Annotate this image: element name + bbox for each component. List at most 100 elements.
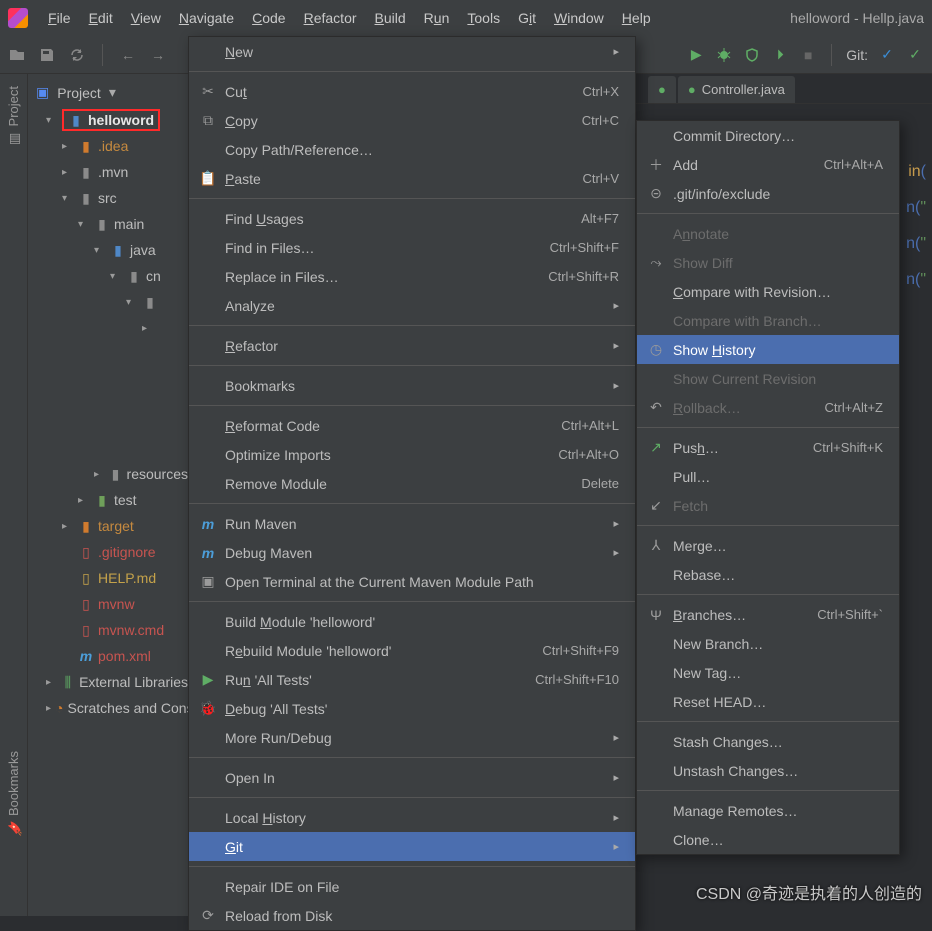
open-icon[interactable] [8,46,26,64]
gm-add[interactable]: ＋AddCtrl+Alt+A [637,150,899,179]
chevron-right-icon[interactable]: ▸ [46,677,57,688]
cm-buildmod[interactable]: Build Module 'helloword' [189,607,635,636]
chevron-down-icon[interactable]: ▾ [62,193,74,204]
cm-openin[interactable]: Open In▸ [189,763,635,792]
cm-cut[interactable]: ✂CutCtrl+X [189,77,635,106]
tree-mvn[interactable]: ▸▮.mvn [32,159,188,185]
menu-tools[interactable]: Tools [459,6,508,30]
tree-mvnwcmd[interactable]: ▯mvnw.cmd [32,617,188,643]
tree-mvnw[interactable]: ▯mvnw [32,591,188,617]
project-tool-tab[interactable]: ▤ Project [6,86,21,146]
menu-navigate[interactable]: Navigate [171,6,242,30]
tree-java[interactable]: ▾▮java [32,237,188,263]
profile-icon[interactable]: ⏵ [771,46,789,64]
sync-icon[interactable] [68,46,86,64]
cm-runall[interactable]: ▶Run 'All Tests'Ctrl+Shift+F10 [189,665,635,694]
tree-pom[interactable]: mpom.xml [32,643,188,669]
cm-analyze[interactable]: Analyze▸ [189,291,635,320]
tree-helpmd[interactable]: ▯HELP.md [32,565,188,591]
gm-pull[interactable]: Pull… [637,462,899,491]
menu-build[interactable]: Build [367,6,414,30]
editor-tab-2[interactable]: ●Controller.java [678,76,795,103]
tree-gitignore[interactable]: ▯.gitignore [32,539,188,565]
chevron-right-icon[interactable]: ▸ [62,521,74,532]
cm-morerun[interactable]: More Run/Debug▸ [189,723,635,752]
cm-new[interactable]: New▸ [189,37,635,66]
gm-rebase[interactable]: Rebase… [637,560,899,589]
menu-window[interactable]: Window [546,6,612,30]
gm-unstash[interactable]: Unstash Changes… [637,756,899,785]
tree-root[interactable]: ▾ ▮ helloword [32,107,188,133]
save-icon[interactable] [38,46,56,64]
git-update-icon[interactable]: ✓ [878,46,896,64]
debug-icon[interactable] [715,46,733,64]
tree-main[interactable]: ▾▮main [32,211,188,237]
project-pane-header[interactable]: ▣ Project ▾ [28,80,188,105]
gm-newbranch[interactable]: New Branch… [637,629,899,658]
cm-localhistory[interactable]: Local History▸ [189,803,635,832]
cm-replaceinfiles[interactable]: Replace in Files…Ctrl+Shift+R [189,262,635,291]
gm-clone[interactable]: Clone… [637,825,899,854]
tree-idea[interactable]: ▸▮.idea [32,133,188,159]
git-commit-icon[interactable]: ✓ [906,46,924,64]
menu-edit[interactable]: Edit [81,6,121,30]
chevron-right-icon[interactable]: ▸ [46,703,51,714]
coverage-icon[interactable] [743,46,761,64]
cm-debugmaven[interactable]: mDebug Maven▸ [189,538,635,567]
tree-cn[interactable]: ▾▮cn [32,263,188,289]
menu-view[interactable]: View [123,6,169,30]
tree-subpkg[interactable]: ▾▮ [32,289,188,315]
cm-copypath[interactable]: Copy Path/Reference… [189,135,635,164]
cm-paste[interactable]: 📋PasteCtrl+V [189,164,635,193]
cm-runmaven[interactable]: mRun Maven▸ [189,509,635,538]
bookmarks-tool-tab[interactable]: 🔖 Bookmarks [6,751,21,836]
stop-icon[interactable]: ■ [799,46,817,64]
tree-scratches[interactable]: ▸◔Scratches and Consoles [32,695,188,721]
menu-git[interactable]: Git [510,6,544,30]
chevron-down-icon[interactable]: ▾ [46,115,58,126]
tree-resources[interactable]: ▸▮resources [32,461,188,487]
forward-icon[interactable]: → [149,46,167,64]
cm-refactor[interactable]: Refactor▸ [189,331,635,360]
editor-tab-1[interactable]: ● [648,76,676,103]
gm-exclude[interactable]: ⊝.git/info/exclude [637,179,899,208]
cm-findusages[interactable]: Find UsagesAlt+F7 [189,204,635,233]
tree-src[interactable]: ▾▮src [32,185,188,211]
cm-optimize[interactable]: Optimize ImportsCtrl+Alt+O [189,440,635,469]
chevron-right-icon[interactable]: ▸ [142,323,154,334]
chevron-down-icon[interactable]: ▾ [110,271,122,282]
cm-openterm[interactable]: ▣Open Terminal at the Current Maven Modu… [189,567,635,596]
cm-bookmarks[interactable]: Bookmarks▸ [189,371,635,400]
tree-test[interactable]: ▸▮test [32,487,188,513]
tree-external-libs[interactable]: ▸⫼External Libraries [32,669,188,695]
chevron-down-icon[interactable]: ▾ [126,297,138,308]
chevron-down-icon[interactable]: ▾ [78,219,90,230]
cm-removemod[interactable]: Remove ModuleDelete [189,469,635,498]
chevron-down-icon[interactable]: ▾ [94,245,106,256]
cm-copy[interactable]: ⧉CopyCtrl+C [189,106,635,135]
cm-repair[interactable]: Repair IDE on File [189,872,635,901]
tree-target[interactable]: ▸▮target [32,513,188,539]
gm-push[interactable]: ↗Push…Ctrl+Shift+K [637,433,899,462]
chevron-down-icon[interactable]: ▾ [109,84,116,101]
back-icon[interactable]: ← [119,46,137,64]
cm-debugall[interactable]: 🐞Debug 'All Tests' [189,694,635,723]
cm-rebuildmod[interactable]: Rebuild Module 'helloword'Ctrl+Shift+F9 [189,636,635,665]
gm-newtag[interactable]: New Tag… [637,658,899,687]
chevron-right-icon[interactable]: ▸ [78,495,90,506]
gm-stash[interactable]: Stash Changes… [637,727,899,756]
cm-reformat[interactable]: Reformat CodeCtrl+Alt+L [189,411,635,440]
tree-subpkg2[interactable]: ▸ [32,315,188,341]
menu-refactor[interactable]: Refactor [296,6,365,30]
gm-resethead[interactable]: Reset HEAD… [637,687,899,716]
gm-commitdir[interactable]: Commit Directory… [637,121,899,150]
cm-git[interactable]: Git▸ [189,832,635,861]
chevron-right-icon[interactable]: ▸ [62,141,74,152]
gm-showhistory[interactable]: ◷Show History [637,335,899,364]
menu-run[interactable]: Run [416,6,458,30]
chevron-right-icon[interactable]: ▸ [94,469,105,480]
cm-findinfiles[interactable]: Find in Files…Ctrl+Shift+F [189,233,635,262]
run-icon[interactable]: ▶ [687,46,705,64]
gm-manageremotes[interactable]: Manage Remotes… [637,796,899,825]
menu-help[interactable]: Help [614,6,659,30]
